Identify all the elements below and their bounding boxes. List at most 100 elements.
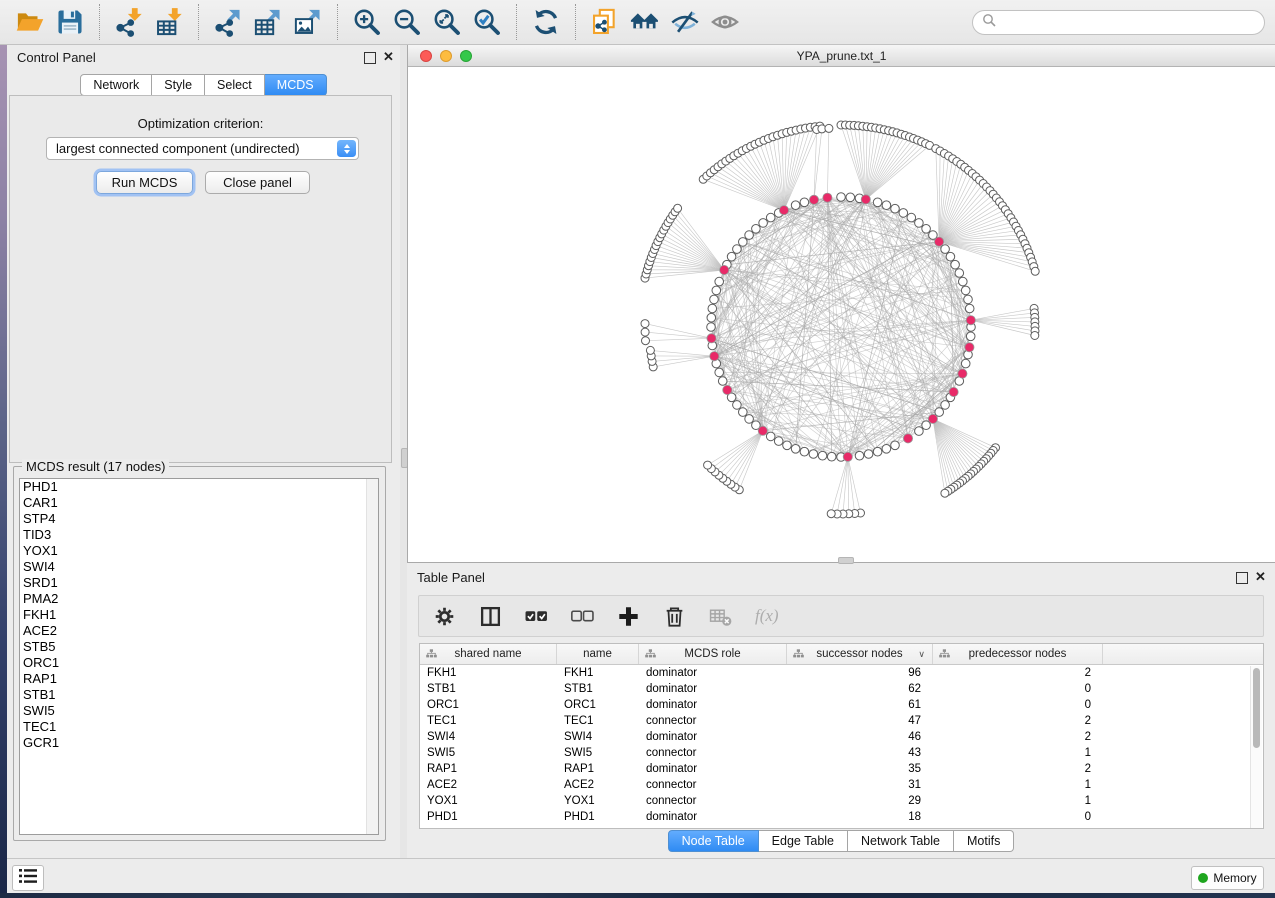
tab-network[interactable]: Network (80, 74, 152, 96)
delete-column-icon[interactable] (663, 605, 686, 628)
cell-name[interactable]: YOX1 (557, 795, 639, 807)
cell-successor-nodes[interactable]: 96 (787, 667, 933, 679)
cell-name[interactable]: TEC1 (557, 715, 639, 727)
network-canvas[interactable] (408, 67, 1274, 562)
select-all-icon[interactable] (525, 605, 548, 628)
export-network-icon[interactable] (210, 4, 246, 40)
cell-successor-nodes[interactable]: 61 (787, 699, 933, 711)
cell-MCDS-role[interactable]: dominator (639, 699, 787, 711)
table-row[interactable]: SWI4SWI4dominator462 (420, 729, 1263, 745)
cell-predecessor-nodes[interactable]: 1 (933, 747, 1103, 759)
cell-MCDS-role[interactable]: connector (639, 795, 787, 807)
add-column-icon[interactable] (617, 605, 640, 628)
table-scrollbar-thumb[interactable] (1253, 668, 1260, 748)
mcds-result-item[interactable]: TEC1 (20, 719, 378, 735)
split-columns-icon[interactable] (479, 605, 502, 628)
cell-predecessor-nodes[interactable]: 2 (933, 763, 1103, 775)
cell-successor-nodes[interactable]: 62 (787, 683, 933, 695)
mcds-result-item[interactable]: GCR1 (20, 735, 378, 751)
cell-successor-nodes[interactable]: 43 (787, 747, 933, 759)
cell-successor-nodes[interactable]: 18 (787, 811, 933, 823)
cell-successor-nodes[interactable]: 29 (787, 795, 933, 807)
cell-name[interactable]: FKH1 (557, 667, 639, 679)
cell-shared-name[interactable]: ACE2 (420, 779, 557, 791)
table-row[interactable]: STB1STB1dominator620 (420, 681, 1263, 697)
cell-MCDS-role[interactable]: dominator (639, 683, 787, 695)
table-row[interactable]: ORC1ORC1dominator610 (420, 697, 1263, 713)
cell-name[interactable]: RAP1 (557, 763, 639, 775)
float-panel-icon[interactable] (364, 52, 376, 64)
mcds-result-item[interactable]: ORC1 (20, 655, 378, 671)
import-network-icon[interactable] (111, 4, 147, 40)
close-panel-icon[interactable]: ✕ (383, 51, 394, 63)
deselect-all-icon[interactable] (571, 605, 594, 628)
cell-name[interactable]: SWI4 (557, 731, 639, 743)
cell-shared-name[interactable]: YOX1 (420, 795, 557, 807)
column-header-shared-name[interactable]: shared name (420, 644, 557, 664)
network-graph[interactable] (408, 67, 1274, 562)
mcds-result-item[interactable]: RAP1 (20, 671, 378, 687)
cell-predecessor-nodes[interactable]: 1 (933, 779, 1103, 791)
cell-shared-name[interactable]: RAP1 (420, 763, 557, 775)
cell-name[interactable]: PHD1 (557, 811, 639, 823)
mcds-result-item[interactable]: ACE2 (20, 623, 378, 639)
first-neighbors-icon[interactable] (627, 4, 663, 40)
table-row[interactable]: ACE2ACE2connector311 (420, 777, 1263, 793)
open-folder-icon[interactable] (12, 4, 48, 40)
save-icon[interactable] (52, 4, 88, 40)
cell-successor-nodes[interactable]: 46 (787, 731, 933, 743)
cell-shared-name[interactable]: SWI4 (420, 731, 557, 743)
close-panel-button[interactable]: Close panel (205, 171, 310, 194)
mcds-result-item[interactable]: PHD1 (20, 479, 378, 495)
mcds-result-item[interactable]: STB5 (20, 639, 378, 655)
cell-shared-name[interactable]: ORC1 (420, 699, 557, 711)
cell-MCDS-role[interactable]: connector (639, 779, 787, 791)
table-row[interactable]: PHD1PHD1dominator180 (420, 809, 1263, 825)
table-row[interactable]: FKH1FKH1dominator962 (420, 665, 1263, 681)
export-table-icon[interactable] (250, 4, 286, 40)
hide-selected-icon[interactable] (667, 4, 703, 40)
cell-predecessor-nodes[interactable]: 0 (933, 683, 1103, 695)
tab-network-table[interactable]: Network Table (848, 830, 954, 852)
node-table[interactable]: shared namenameMCDS rolesuccessor nodes∨… (419, 643, 1264, 829)
cell-shared-name[interactable]: FKH1 (420, 667, 557, 679)
cell-predecessor-nodes[interactable]: 2 (933, 731, 1103, 743)
clone-network-icon[interactable] (587, 4, 623, 40)
close-table-panel-icon[interactable]: ✕ (1255, 571, 1266, 583)
mcds-result-item[interactable]: TID3 (20, 527, 378, 543)
run-mcds-button[interactable]: Run MCDS (96, 171, 193, 194)
cell-predecessor-nodes[interactable]: 2 (933, 715, 1103, 727)
cell-MCDS-role[interactable]: connector (639, 747, 787, 759)
vertical-splitter[interactable] (400, 45, 407, 858)
column-header-name[interactable]: name (557, 644, 639, 664)
search-box[interactable] (972, 10, 1265, 35)
horizontal-splitter-grip[interactable] (838, 557, 854, 564)
mcds-result-item[interactable]: STP4 (20, 511, 378, 527)
cell-predecessor-nodes[interactable]: 1 (933, 795, 1103, 807)
cell-name[interactable]: SWI5 (557, 747, 639, 759)
cell-successor-nodes[interactable]: 35 (787, 763, 933, 775)
cell-predecessor-nodes[interactable]: 0 (933, 811, 1103, 823)
zoom-in-icon[interactable] (349, 4, 385, 40)
mcds-result-item[interactable]: STB1 (20, 687, 378, 703)
table-row[interactable]: TEC1TEC1connector472 (420, 713, 1263, 729)
mcds-result-item[interactable]: CAR1 (20, 495, 378, 511)
cell-MCDS-role[interactable]: dominator (639, 763, 787, 775)
zoom-fit-icon[interactable] (429, 4, 465, 40)
mcds-result-item[interactable]: SWI4 (20, 559, 378, 575)
mcds-result-item[interactable]: SRD1 (20, 575, 378, 591)
column-header-successor-nodes[interactable]: successor nodes∨ (787, 644, 933, 664)
mcds-result-item[interactable]: YOX1 (20, 543, 378, 559)
optimization-criterion-select[interactable]: largest connected component (undirected) (46, 137, 359, 160)
tab-edge-table[interactable]: Edge Table (759, 830, 848, 852)
cell-MCDS-role[interactable]: dominator (639, 731, 787, 743)
mcds-result-item[interactable]: PMA2 (20, 591, 378, 607)
gear-icon[interactable] (433, 605, 456, 628)
table-row[interactable]: SWI5SWI5connector431 (420, 745, 1263, 761)
network-frame-titlebar[interactable]: YPA_prune.txt_1 (408, 45, 1275, 67)
table-row[interactable]: RAP1RAP1dominator352 (420, 761, 1263, 777)
mcds-result-list[interactable]: PHD1CAR1STP4TID3YOX1SWI4SRD1PMA2FKH1ACE2… (19, 478, 379, 835)
show-all-icon[interactable] (707, 4, 743, 40)
table-row[interactable]: YOX1YOX1connector291 (420, 793, 1263, 809)
cell-successor-nodes[interactable]: 31 (787, 779, 933, 791)
